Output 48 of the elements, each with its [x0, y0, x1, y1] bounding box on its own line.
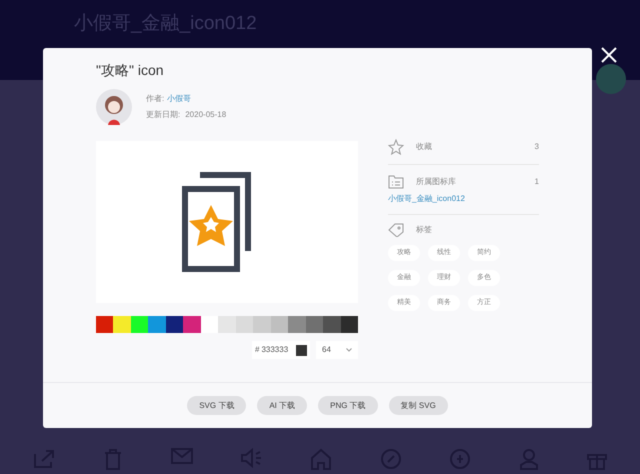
favorites-count: 3: [534, 141, 539, 153]
speaker-icon: [240, 448, 262, 468]
color-swatch[interactable]: [96, 316, 114, 333]
color-swatch[interactable]: [148, 316, 166, 333]
library-link[interactable]: 小假哥_金融_icon012: [388, 193, 539, 205]
compass-icon: [380, 448, 402, 470]
download-button[interactable]: SVG 下载: [187, 396, 246, 415]
color-swatch[interactable]: [236, 316, 254, 333]
color-swatch[interactable]: [166, 316, 184, 333]
download-button[interactable]: AI 下载: [257, 396, 308, 415]
color-field[interactable]: # 333333: [252, 341, 310, 359]
chevron-down-icon: [346, 348, 352, 352]
author-label: 作者:: [146, 93, 164, 105]
color-swatch[interactable]: [218, 316, 236, 333]
color-swatch[interactable]: [113, 316, 131, 333]
color-preview-swatch: [296, 344, 307, 356]
color-swatch[interactable]: [183, 316, 201, 333]
tag-icon: [388, 223, 404, 237]
close-button[interactable]: [600, 46, 618, 64]
color-swatch[interactable]: [323, 316, 341, 333]
close-icon: [600, 46, 618, 64]
home-icon: [310, 448, 332, 470]
tags-label: 标签: [416, 224, 432, 236]
user-icon: [518, 448, 539, 470]
author-link[interactable]: 小假哥: [167, 93, 192, 105]
dialog-title: "攻略" icon: [96, 61, 165, 80]
date-label: 更新日期:: [146, 109, 180, 121]
avatar-icon: [96, 89, 132, 125]
favorites-label: 收藏: [416, 141, 433, 153]
color-swatch[interactable]: [270, 316, 288, 333]
hash-sign: #: [255, 344, 260, 356]
folder-list-icon: [388, 175, 404, 189]
mail-icon: [170, 448, 193, 464]
color-value: 333333: [261, 344, 290, 356]
library-count: 1: [534, 176, 539, 188]
library-label: 所属图标库: [416, 176, 457, 188]
download-button[interactable]: PNG 下载: [318, 396, 378, 415]
color-swatch[interactable]: [306, 316, 324, 333]
star-icon: [388, 139, 404, 155]
color-swatch[interactable]: [288, 316, 306, 333]
color-swatch[interactable]: [130, 316, 148, 333]
date-value: 2020-05-18: [185, 109, 226, 121]
color-swatch[interactable]: [340, 316, 358, 333]
size-dropdown[interactable]: 64: [316, 341, 358, 359]
coin-icon: [449, 448, 472, 470]
download-button[interactable]: 复制 SVG: [388, 396, 448, 415]
color-swatch[interactable]: [200, 316, 218, 333]
color-swatch[interactable]: [253, 316, 271, 333]
